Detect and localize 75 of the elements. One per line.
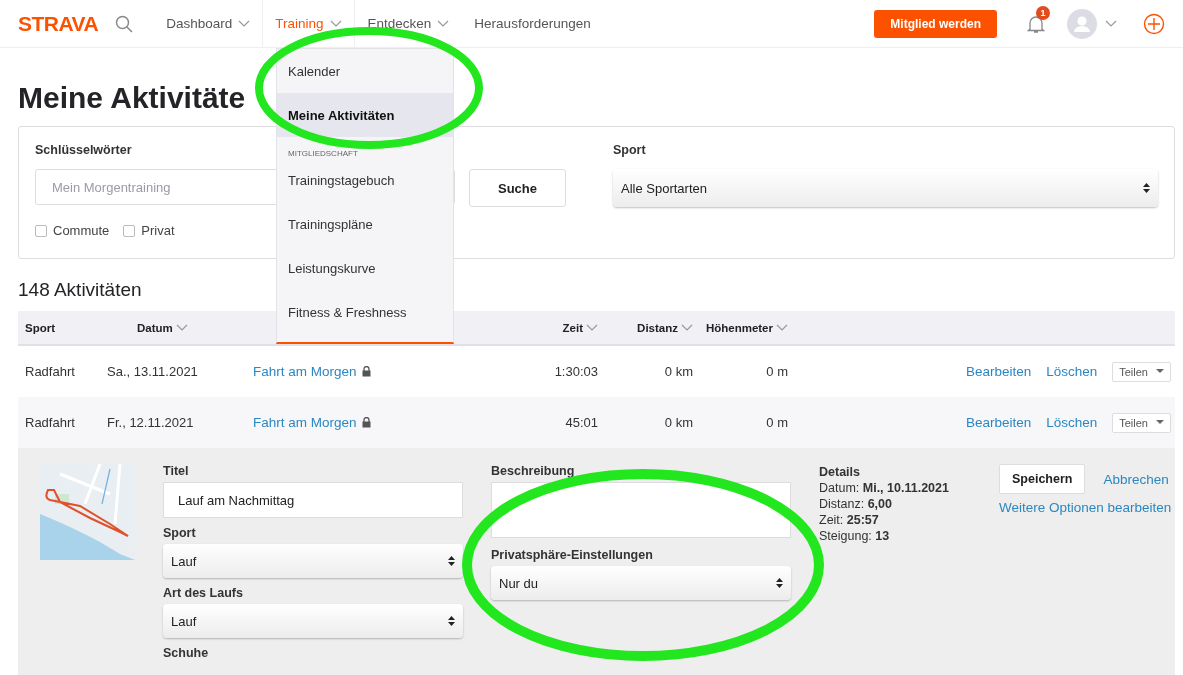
field-label: Privatsphäre-Einstellungen [491, 548, 654, 562]
table-cell-text: 0 km [663, 415, 693, 430]
field-label: Titel [163, 464, 190, 478]
field-label: Schuhe [163, 646, 210, 660]
add-icon[interactable] [1143, 12, 1165, 35]
page-title: Meine Aktivitäte [18, 80, 246, 116]
privacy-select[interactable]: Nur du [491, 566, 791, 600]
column-header[interactable]: Distanz [598, 321, 693, 334]
notification-badge: 1 [1036, 5, 1050, 20]
caret-icon[interactable] [681, 323, 693, 332]
field-label: Sport [613, 143, 646, 157]
nav-menu-item[interactable]: Entdecken [354, 0, 462, 47]
detail-line: Distanz: 6,00 [819, 496, 893, 512]
search-button[interactable]: Suche [469, 169, 566, 207]
caret-icon[interactable] [175, 323, 188, 332]
edit-link[interactable]: Bearbeiten [965, 415, 1032, 430]
sport-select[interactable]: Lauf [163, 544, 463, 578]
up-down-arrows-icon [776, 577, 783, 589]
table-cell-text: 0 m [765, 415, 788, 430]
details-heading: Details [819, 464, 861, 480]
checkbox-option[interactable]: Privat [123, 223, 175, 238]
activity-link[interactable]: Fahrt am Morgen [253, 364, 357, 379]
caret-icon[interactable] [437, 19, 450, 28]
up-down-arrows-icon [1143, 182, 1150, 194]
nav-menu-item[interactable]: Herausforderungen [461, 0, 603, 47]
menu-item[interactable]: Kalender [277, 49, 453, 93]
table-cell-text: 0 km [663, 364, 693, 379]
column-header[interactable]: Höhenmeter [693, 321, 788, 334]
up-down-arrows-icon [448, 555, 455, 567]
column-header: Sport [25, 321, 57, 334]
caret-icon[interactable] [776, 323, 788, 332]
share-dropdown[interactable]: Teilen [1112, 361, 1171, 382]
delete-link[interactable]: Löschen [1046, 364, 1098, 379]
activity-count: 148 Aktivitäten [18, 279, 143, 301]
field-label: Schlüsselwörter [35, 143, 132, 157]
table-cell-text: Radfahrt [25, 364, 76, 379]
detail-line: Zeit: 25:57 [819, 512, 880, 528]
column-header[interactable]: Zeit [453, 321, 598, 334]
field-label: Sport [163, 526, 197, 540]
field-label: Beschreibung [491, 464, 576, 478]
caret-icon[interactable] [586, 323, 598, 332]
share-dropdown[interactable]: Teilen [1112, 412, 1171, 433]
more-options-link[interactable]: Weitere Optionen bearbeiten [999, 500, 1172, 515]
detail-line: Datum: Mi., 10.11.2021 [819, 480, 950, 496]
menu-item[interactable]: Fitness & Freshness [277, 290, 453, 334]
up-down-arrows-icon [448, 615, 455, 627]
checkbox-option[interactable]: Commute [35, 223, 110, 238]
menu-section-label: MITGLIEDSCHAFT [287, 148, 359, 158]
detail-line: Steigung: 13 [819, 528, 891, 544]
search-icon[interactable] [115, 14, 134, 33]
caret-icon [1156, 369, 1164, 374]
caret-icon[interactable] [238, 19, 251, 28]
nav-menu-item[interactable]: Dashboard [153, 0, 263, 47]
caret-icon[interactable] [1105, 19, 1117, 28]
table-cell-text: 1:30:03 [553, 364, 598, 379]
table-cell-text: Sa., 13.11.2021 [107, 364, 199, 379]
cancel-link[interactable]: Abbrechen [1103, 471, 1169, 487]
edit-link[interactable]: Bearbeiten [965, 364, 1032, 379]
sport-select[interactable]: Alle Sportarten [613, 169, 1158, 207]
delete-link[interactable]: Löschen [1046, 415, 1098, 430]
menu-item[interactable]: Meine Aktivitäten [277, 93, 453, 137]
run-type-select[interactable]: Lauf [163, 604, 463, 638]
caret-icon [1156, 420, 1164, 425]
menu-item[interactable]: Trainingspläne [277, 202, 453, 246]
column-header[interactable]: Datum [107, 321, 253, 334]
menu-item[interactable]: Leistungskurve [277, 246, 453, 290]
caret-icon[interactable] [329, 19, 342, 28]
activity-link[interactable]: Fahrt am Morgen [253, 415, 357, 430]
table-cell-text: Radfahrt [25, 415, 76, 430]
table-cell-text: 0 m [765, 364, 788, 379]
title-input[interactable]: Lauf am Nachmittag [163, 482, 463, 518]
table-cell-text: 45:01 [564, 415, 598, 430]
table-cell-text: Fr., 12.11.2021 [107, 415, 195, 430]
save-button[interactable]: Speichern [999, 464, 1086, 494]
field-label: Art des Laufs [163, 586, 244, 600]
